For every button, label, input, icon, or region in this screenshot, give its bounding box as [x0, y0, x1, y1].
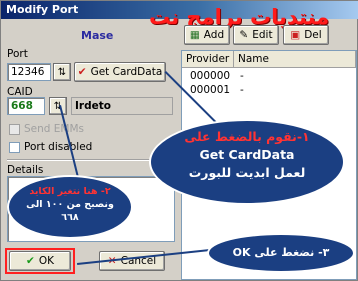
row-provider[interactable]: 000000 [190, 70, 230, 82]
row-name[interactable]: - [240, 84, 244, 96]
callout-1-line-3: لعمل ابديت للبورت [188, 165, 306, 180]
modify-port-window: Modify Port منتديات برامج نت Mase Port 1… [0, 0, 358, 281]
callout-1-line-1: ١-نقوم بالضغط على [184, 129, 310, 144]
checkbox-box [9, 123, 20, 135]
row-provider[interactable]: 000001 [190, 84, 230, 96]
caid-spinner[interactable]: ⇅ [49, 97, 67, 115]
port-label: Port [7, 48, 28, 60]
callout-ok: ٣- نضغط على OK [207, 233, 355, 273]
send-emms-checkbox[interactable]: Send EMMs [9, 123, 84, 135]
port-disabled-checkbox[interactable]: Port disabled [9, 141, 92, 153]
section-label: Mase [81, 29, 114, 42]
add-label: Add [203, 29, 225, 41]
get-card-data-button[interactable]: ✔ Get CardData [74, 62, 166, 82]
column-header-provider[interactable]: Provider [182, 51, 234, 68]
checkmark-icon: ✔ [77, 66, 87, 78]
callout-caid: ٢- هنا نتغير الكايد ونصبح من ١٠٠ الى ٦٦٨ [7, 175, 133, 239]
callout-2-line-1: ٢- هنا نتغير الكايد [29, 186, 111, 197]
spinner-arrows-icon: ⇅ [57, 66, 67, 78]
checkbox-box [9, 141, 20, 153]
callout-2-line-2: ونصبح من ١٠٠ الى [26, 199, 114, 210]
get-card-data-label: Get CardData [90, 66, 163, 78]
provider-name-value: Irdeto [75, 100, 111, 112]
port-input[interactable]: 12346 [7, 63, 51, 81]
callout-2-line-3: ٦٦٨ [61, 212, 79, 223]
delete-icon: ▣ [290, 29, 301, 41]
port-value: 12346 [11, 66, 45, 78]
callout-1-line-2: Get CardData [199, 147, 295, 162]
edit-label: Edit [252, 29, 273, 41]
callout-3-text: ٣- نضغط على OK [232, 246, 330, 259]
caid-input[interactable]: 668 [7, 97, 45, 115]
column-header-name[interactable]: Name [234, 51, 356, 68]
port-disabled-label: Port disabled [24, 141, 93, 153]
details-label: Details [7, 164, 44, 176]
delete-button[interactable]: ▣ Del [283, 25, 329, 45]
port-spinner[interactable]: ⇅ [53, 63, 71, 81]
callout-get-card: ١-نقوم بالضغط على Get CardData لعمل ابدي… [149, 119, 345, 205]
add-icon: ▦ [189, 29, 200, 41]
edit-icon: ✎ [239, 29, 249, 41]
provider-name-field: Irdeto [71, 97, 173, 115]
ok-highlight-box [5, 248, 75, 274]
send-emms-label: Send EMMs [24, 123, 85, 135]
edit-button[interactable]: ✎ Edit [233, 25, 279, 45]
caid-value: 668 [11, 100, 33, 112]
add-button[interactable]: ▦ Add [184, 25, 230, 45]
window-title: Modify Port [6, 3, 79, 16]
delete-label: Del [304, 29, 322, 41]
row-name[interactable]: - [240, 70, 244, 82]
